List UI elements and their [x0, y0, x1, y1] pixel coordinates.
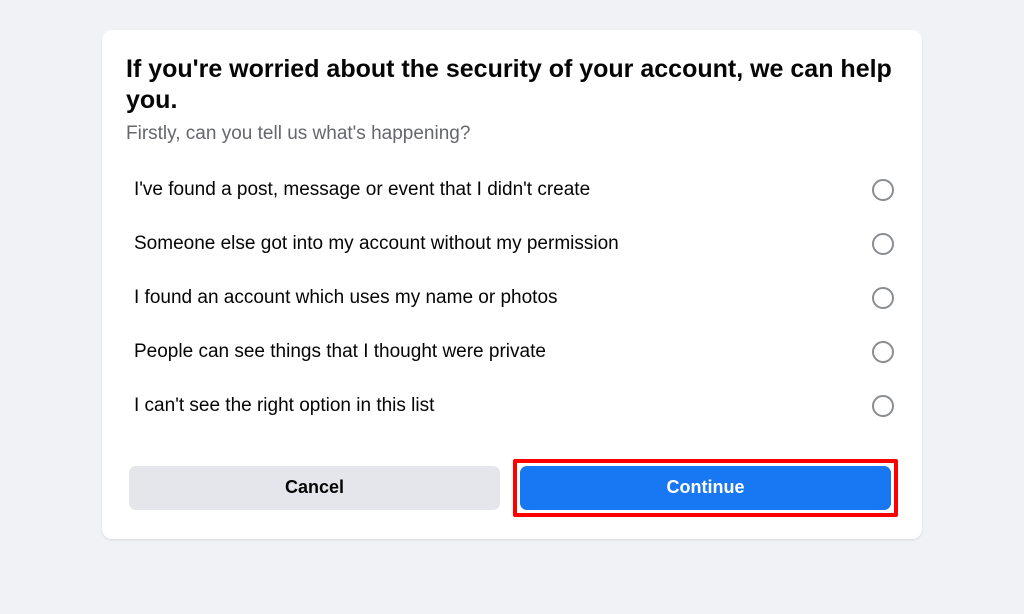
security-help-dialog: If you're worried about the security of … — [102, 30, 922, 539]
radio-icon — [872, 179, 894, 201]
dialog-buttons: Cancel Continue — [126, 459, 898, 517]
option-label: Someone else got into my account without… — [134, 233, 619, 255]
dialog-title: If you're worried about the security of … — [126, 54, 898, 117]
option-other[interactable]: I can't see the right option in this lis… — [126, 379, 898, 433]
continue-button-highlight: Continue — [513, 459, 898, 517]
option-found-post[interactable]: I've found a post, message or event that… — [126, 163, 898, 217]
cancel-button-wrap: Cancel — [126, 459, 503, 517]
option-label: I've found a post, message or event that… — [134, 179, 590, 201]
radio-icon — [872, 287, 894, 309]
option-someone-else-access[interactable]: Someone else got into my account without… — [126, 217, 898, 271]
options-list: I've found a post, message or event that… — [126, 163, 898, 433]
continue-button[interactable]: Continue — [520, 466, 891, 510]
option-label: People can see things that I thought wer… — [134, 341, 546, 363]
option-label: I found an account which uses my name or… — [134, 287, 558, 309]
cancel-button[interactable]: Cancel — [129, 466, 500, 510]
option-label: I can't see the right option in this lis… — [134, 395, 434, 417]
dialog-subtitle: Firstly, can you tell us what's happenin… — [126, 123, 898, 145]
radio-icon — [872, 233, 894, 255]
option-privacy-leak[interactable]: People can see things that I thought wer… — [126, 325, 898, 379]
radio-icon — [872, 395, 894, 417]
option-impersonation[interactable]: I found an account which uses my name or… — [126, 271, 898, 325]
radio-icon — [872, 341, 894, 363]
